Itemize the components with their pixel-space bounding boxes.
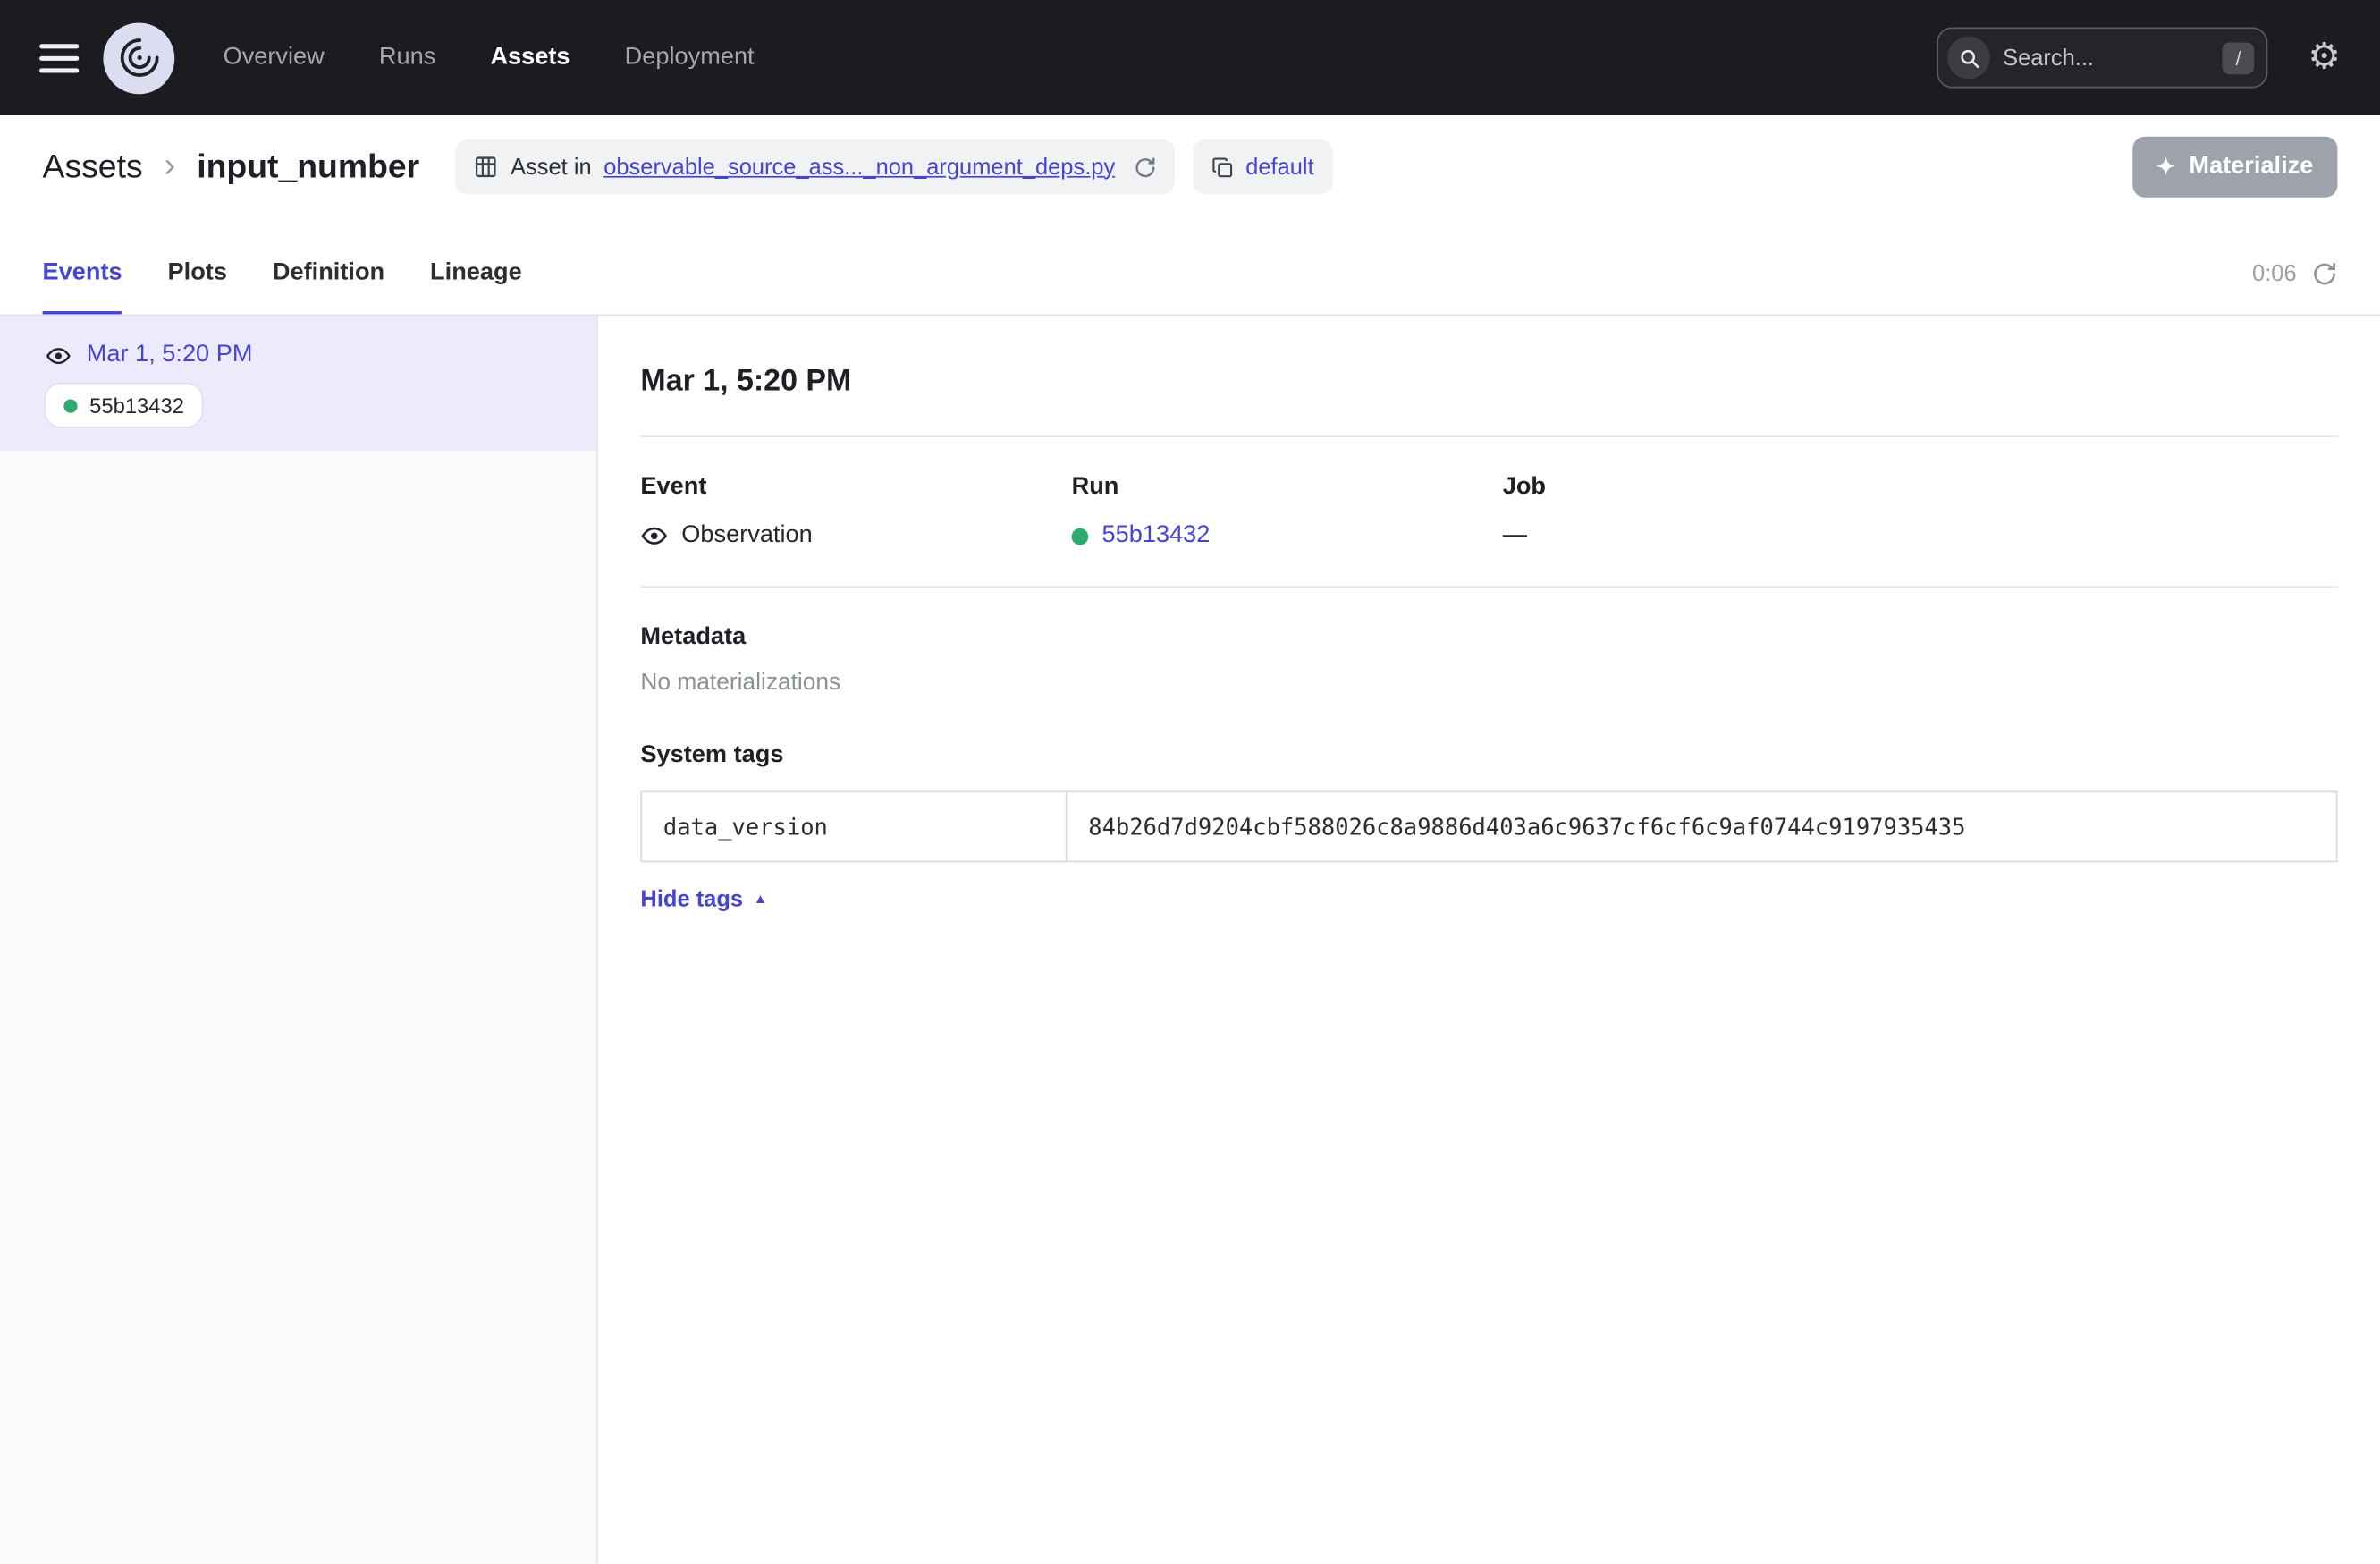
event-type-value: Observation xyxy=(681,522,812,550)
run-label: Run xyxy=(1072,474,1503,502)
group-default-link[interactable]: default xyxy=(1245,154,1313,180)
breadcrumb-assets-link[interactable]: Assets xyxy=(43,148,143,187)
run-id-link[interactable]: 55b13432 xyxy=(1102,522,1211,550)
hide-tags-link[interactable]: Hide tags ▲ xyxy=(640,886,767,912)
job-label: Job xyxy=(1503,474,1546,502)
logo-swirl-icon xyxy=(116,35,162,80)
refresh-icon[interactable] xyxy=(2312,261,2338,287)
nav-item-deployment[interactable]: Deployment xyxy=(625,44,755,72)
event-timestamp-link[interactable]: Mar 1, 5:20 PM xyxy=(87,342,253,369)
nav-item-overview[interactable]: Overview xyxy=(224,44,325,72)
breadcrumb-chevron-icon: › xyxy=(161,147,179,188)
event-column: Event Observation xyxy=(640,474,1071,550)
tag-key-cell: data_version xyxy=(641,791,1066,861)
divider xyxy=(640,435,2337,437)
search-icon xyxy=(1948,37,1991,80)
system-tags-table: data_version 84b26d7d9204cbf588026c8a988… xyxy=(640,791,2337,863)
materialize-label: Materialize xyxy=(2189,153,2313,181)
topbar-right: / ⚙ xyxy=(1937,28,2341,89)
tab-lineage[interactable]: Lineage xyxy=(430,259,522,314)
search-input[interactable] xyxy=(2003,45,2170,71)
nav-item-assets[interactable]: Assets xyxy=(490,44,570,72)
run-status-dot xyxy=(1072,528,1089,545)
run-column: Run 55b13432 xyxy=(1072,474,1503,550)
top-nav-bar: Overview Runs Assets Deployment / ⚙ xyxy=(0,0,2380,115)
tab-definition[interactable]: Definition xyxy=(273,259,384,314)
reload-definition-icon[interactable] xyxy=(1134,156,1156,178)
asset-file-link[interactable]: observable_source_ass..._non_argument_de… xyxy=(603,154,1115,180)
system-tags-heading: System tags xyxy=(640,742,2337,770)
observation-eye-icon xyxy=(46,342,72,368)
caret-up-icon: ▲ xyxy=(754,892,767,906)
metadata-empty-text: No materializations xyxy=(640,670,2337,697)
event-summary-columns: Event Observation Run xyxy=(640,474,2337,550)
run-id-text: 55b13432 xyxy=(89,393,184,418)
refresh-status: 0:06 xyxy=(2252,261,2337,314)
asset-header-row: Assets › input_number Asset in observabl… xyxy=(0,115,2380,218)
copy-icon xyxy=(1211,156,1233,178)
asset-chip-prefix: Asset in xyxy=(511,154,592,180)
tab-plots[interactable]: Plots xyxy=(168,259,227,314)
run-status-dot xyxy=(63,399,77,412)
search-shortcut-badge: / xyxy=(2222,42,2255,74)
asset-group-chip: default xyxy=(1193,139,1332,194)
hamburger-menu-icon[interactable] xyxy=(39,43,79,72)
global-search-box[interactable]: / xyxy=(1937,28,2268,89)
event-list-sidebar: Mar 1, 5:20 PM 55b13432 xyxy=(0,316,598,1564)
event-label: Event xyxy=(640,474,1071,502)
sparkle-icon: ✦ xyxy=(2156,153,2175,181)
event-detail-title: Mar 1, 5:20 PM xyxy=(640,364,2337,399)
tag-value-cell: 84b26d7d9204cbf588026c8a9886d403a6c9637c… xyxy=(1067,791,2337,861)
asset-definition-chip: Asset in observable_source_ass..._non_ar… xyxy=(456,139,1174,194)
table-row: data_version 84b26d7d9204cbf588026c8a988… xyxy=(641,791,2336,861)
asset-name-title: input_number xyxy=(197,148,419,187)
metadata-heading: Metadata xyxy=(640,624,2337,652)
refresh-elapsed-time: 0:06 xyxy=(2252,261,2297,287)
divider xyxy=(640,586,2337,588)
tab-events[interactable]: Events xyxy=(43,259,122,314)
job-column: Job — xyxy=(1503,474,1546,550)
materialize-button[interactable]: ✦ Materialize xyxy=(2132,137,2338,198)
eye-icon xyxy=(640,522,668,550)
event-list-item-selected[interactable]: Mar 1, 5:20 PM 55b13432 xyxy=(0,316,596,451)
settings-gear-icon[interactable]: ⚙ xyxy=(2308,39,2341,76)
app-root: Overview Runs Assets Deployment / ⚙ Asse… xyxy=(0,0,2380,1564)
job-value: — xyxy=(1503,522,1527,550)
dagster-logo[interactable] xyxy=(103,22,174,94)
table-grid-icon xyxy=(474,155,498,179)
event-detail-panel: Mar 1, 5:20 PM Event Observation xyxy=(598,316,2380,1564)
primary-nav: Overview Runs Assets Deployment xyxy=(224,44,755,72)
hide-tags-label: Hide tags xyxy=(640,886,743,912)
asset-tabs-bar: Events Plots Definition Lineage 0:06 xyxy=(0,218,2380,316)
run-tag-pill[interactable]: 55b13432 xyxy=(46,385,202,427)
nav-item-runs[interactable]: Runs xyxy=(379,44,435,72)
events-body: Mar 1, 5:20 PM 55b13432 Mar 1, 5:20 PM E… xyxy=(0,316,2380,1564)
